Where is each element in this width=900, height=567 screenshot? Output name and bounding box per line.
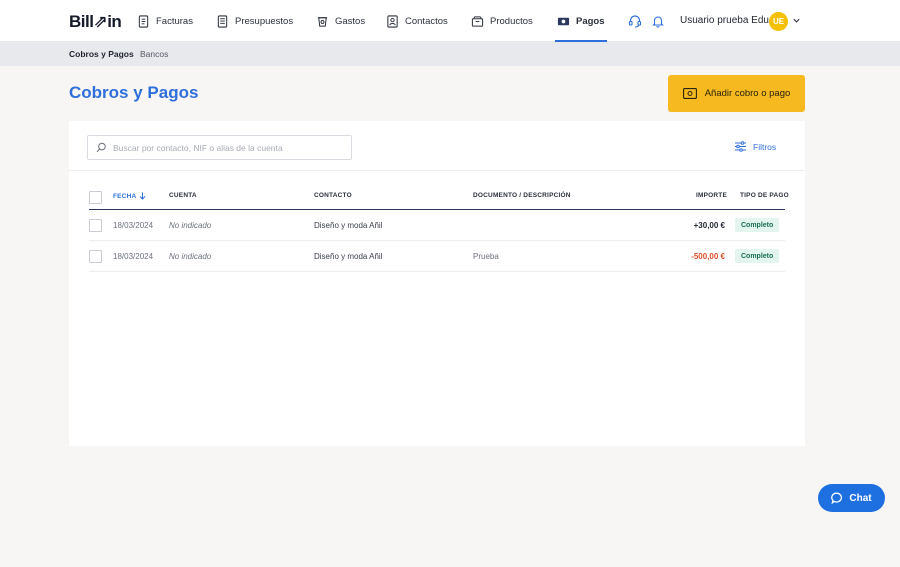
subnav-item-bancos[interactable]: Bancos bbox=[140, 49, 168, 59]
table-row[interactable]: 18/03/2024 No indicado Diseño y moda Añi… bbox=[89, 210, 785, 241]
select-all-checkbox[interactable] bbox=[89, 191, 102, 204]
status-badge: Completo bbox=[735, 218, 780, 232]
cell-documento: Prueba bbox=[473, 252, 499, 261]
column-header-importe: IMPORTE bbox=[696, 192, 728, 199]
cell-importe: +30,00 € bbox=[693, 221, 725, 230]
filters-label: Filtros bbox=[753, 141, 777, 152]
expense-icon bbox=[317, 16, 328, 27]
nav-item-gastos[interactable]: Gastos bbox=[316, 0, 365, 42]
money-icon bbox=[682, 88, 697, 99]
column-header-tipo-de-pago: TIPO DE PAGO bbox=[740, 192, 789, 199]
filters-button[interactable]: Filtros bbox=[734, 141, 776, 152]
column-header-documento: DOCUMENTO / DESCRIPCIÓN bbox=[473, 192, 571, 199]
page-title: Cobros y Pagos bbox=[69, 83, 199, 102]
divider bbox=[69, 170, 805, 171]
products-icon bbox=[471, 15, 484, 27]
search-icon bbox=[96, 142, 106, 153]
payments-icon bbox=[557, 17, 570, 25]
search-box[interactable] bbox=[87, 135, 352, 160]
user-name[interactable]: Usuario prueba Edu bbox=[680, 15, 769, 26]
add-payment-button-label: Añadir cobro o pago bbox=[704, 88, 791, 99]
column-header-fecha[interactable]: FECHA bbox=[113, 192, 146, 200]
cell-cuenta: No indicado bbox=[169, 252, 212, 261]
cell-importe: -500,00 € bbox=[691, 252, 725, 261]
column-header-cuenta: CUENTA bbox=[169, 192, 197, 199]
arrow-down-icon bbox=[140, 192, 146, 200]
nav-item-label: Presupuestos bbox=[235, 15, 294, 27]
brand-logo[interactable]: Bill⇗in bbox=[69, 12, 122, 32]
support-headset-icon[interactable] bbox=[628, 14, 642, 28]
cell-fecha: 18/03/2024 bbox=[113, 252, 154, 261]
nav-item-label: Facturas bbox=[156, 15, 193, 27]
nav-item-label: Contactos bbox=[405, 15, 448, 27]
cell-cuenta: No indicado bbox=[169, 221, 212, 230]
cell-contacto: Diseño y moda Añil bbox=[314, 252, 383, 261]
chevron-down-icon[interactable] bbox=[792, 16, 801, 25]
bell-icon[interactable] bbox=[651, 14, 665, 28]
nav-item-pagos[interactable]: Pagos bbox=[555, 0, 607, 42]
nav-item-label: Pagos bbox=[576, 15, 605, 27]
row-checkbox[interactable] bbox=[89, 219, 102, 232]
invoice-icon bbox=[138, 14, 149, 28]
subnav-item-cobros-y-pagos[interactable]: Cobros y Pagos bbox=[69, 49, 134, 59]
cell-fecha: 18/03/2024 bbox=[113, 221, 154, 230]
contacts-icon bbox=[387, 14, 398, 28]
column-header-contacto: CONTACTO bbox=[314, 192, 352, 199]
avatar[interactable]: UE bbox=[769, 12, 788, 31]
top-navigation-bar: Bill⇗in Facturas Presupuestos Gastos Con… bbox=[0, 0, 900, 42]
quote-icon bbox=[217, 14, 228, 28]
nav-item-facturas[interactable]: Facturas bbox=[137, 0, 193, 42]
search-input[interactable] bbox=[113, 142, 343, 153]
cell-contacto: Diseño y moda Añil bbox=[314, 221, 383, 230]
nav-item-label: Gastos bbox=[335, 15, 366, 27]
chat-bubble-icon bbox=[831, 492, 843, 504]
chat-button-label: Chat bbox=[849, 492, 872, 504]
nav-item-label: Productos bbox=[490, 15, 533, 27]
nav-item-productos[interactable]: Productos bbox=[471, 0, 533, 42]
filter-sliders-icon bbox=[735, 141, 746, 152]
status-badge: Completo bbox=[735, 249, 780, 263]
chat-button[interactable]: Chat bbox=[818, 484, 885, 512]
sub-navigation: Cobros y Pagos Bancos bbox=[0, 42, 900, 66]
nav-item-presupuestos[interactable]: Presupuestos bbox=[216, 0, 293, 42]
payments-card: Filtros FECHA CUENTA CONTACTO DOCUMENTO … bbox=[69, 121, 805, 446]
add-payment-button[interactable]: Añadir cobro o pago bbox=[668, 75, 805, 112]
nav-item-contactos[interactable]: Contactos bbox=[386, 0, 448, 42]
column-header-label: FECHA bbox=[113, 192, 137, 200]
row-checkbox[interactable] bbox=[89, 250, 102, 263]
table-row[interactable]: 18/03/2024 No indicado Diseño y moda Añi… bbox=[89, 241, 785, 272]
